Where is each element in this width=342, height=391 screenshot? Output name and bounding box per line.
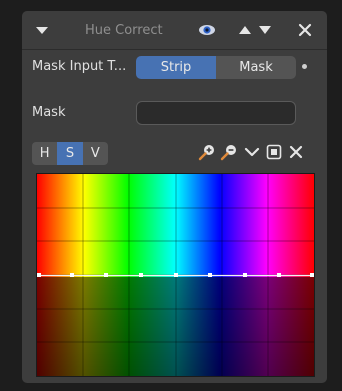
curve-point[interactable]: [243, 273, 247, 277]
curve-point[interactable]: [208, 273, 212, 277]
keyframe-dot-icon[interactable]: [302, 64, 307, 69]
curve-point[interactable]: [310, 273, 314, 277]
curve-point[interactable]: [174, 273, 178, 277]
curve-point[interactable]: [70, 273, 74, 277]
zoom-in-icon[interactable]: [198, 143, 216, 161]
mask-input-type-toggle: Strip Mask: [136, 56, 296, 79]
hue-curve-graph[interactable]: [36, 173, 315, 377]
eye-icon[interactable]: [198, 22, 216, 38]
move-down-icon[interactable]: [257, 23, 273, 37]
zoom-out-icon[interactable]: [220, 143, 238, 161]
mask-input-strip-option[interactable]: Strip: [136, 56, 216, 79]
collapse-arrow-icon[interactable]: [35, 23, 49, 37]
mask-input-mask-option[interactable]: Mask: [216, 56, 296, 79]
close-icon[interactable]: [297, 22, 313, 38]
curve-point[interactable]: [37, 273, 41, 277]
chevron-down-icon[interactable]: [243, 143, 261, 161]
channel-selector: H S V: [32, 142, 108, 165]
channel-v-button[interactable]: V: [82, 142, 108, 165]
curve-point[interactable]: [104, 273, 108, 277]
channel-h-button[interactable]: H: [32, 142, 58, 165]
panel-header: Hue Correct: [22, 11, 327, 50]
move-up-icon[interactable]: [237, 23, 253, 37]
mask-input-type-label: Mask Input T...: [32, 59, 127, 74]
mask-field[interactable]: [136, 101, 296, 125]
clip-icon[interactable]: [265, 143, 283, 161]
channel-s-button[interactable]: S: [57, 142, 83, 165]
curve-point[interactable]: [139, 273, 143, 277]
mask-label: Mask: [32, 105, 66, 120]
curve-overlay: [37, 174, 314, 376]
curve-point[interactable]: [277, 273, 281, 277]
reset-x-icon[interactable]: [287, 143, 305, 161]
hue-correct-panel: Hue Correct Mask Input T... Strip Mask M…: [22, 11, 327, 383]
panel-title: Hue Correct: [85, 23, 163, 38]
